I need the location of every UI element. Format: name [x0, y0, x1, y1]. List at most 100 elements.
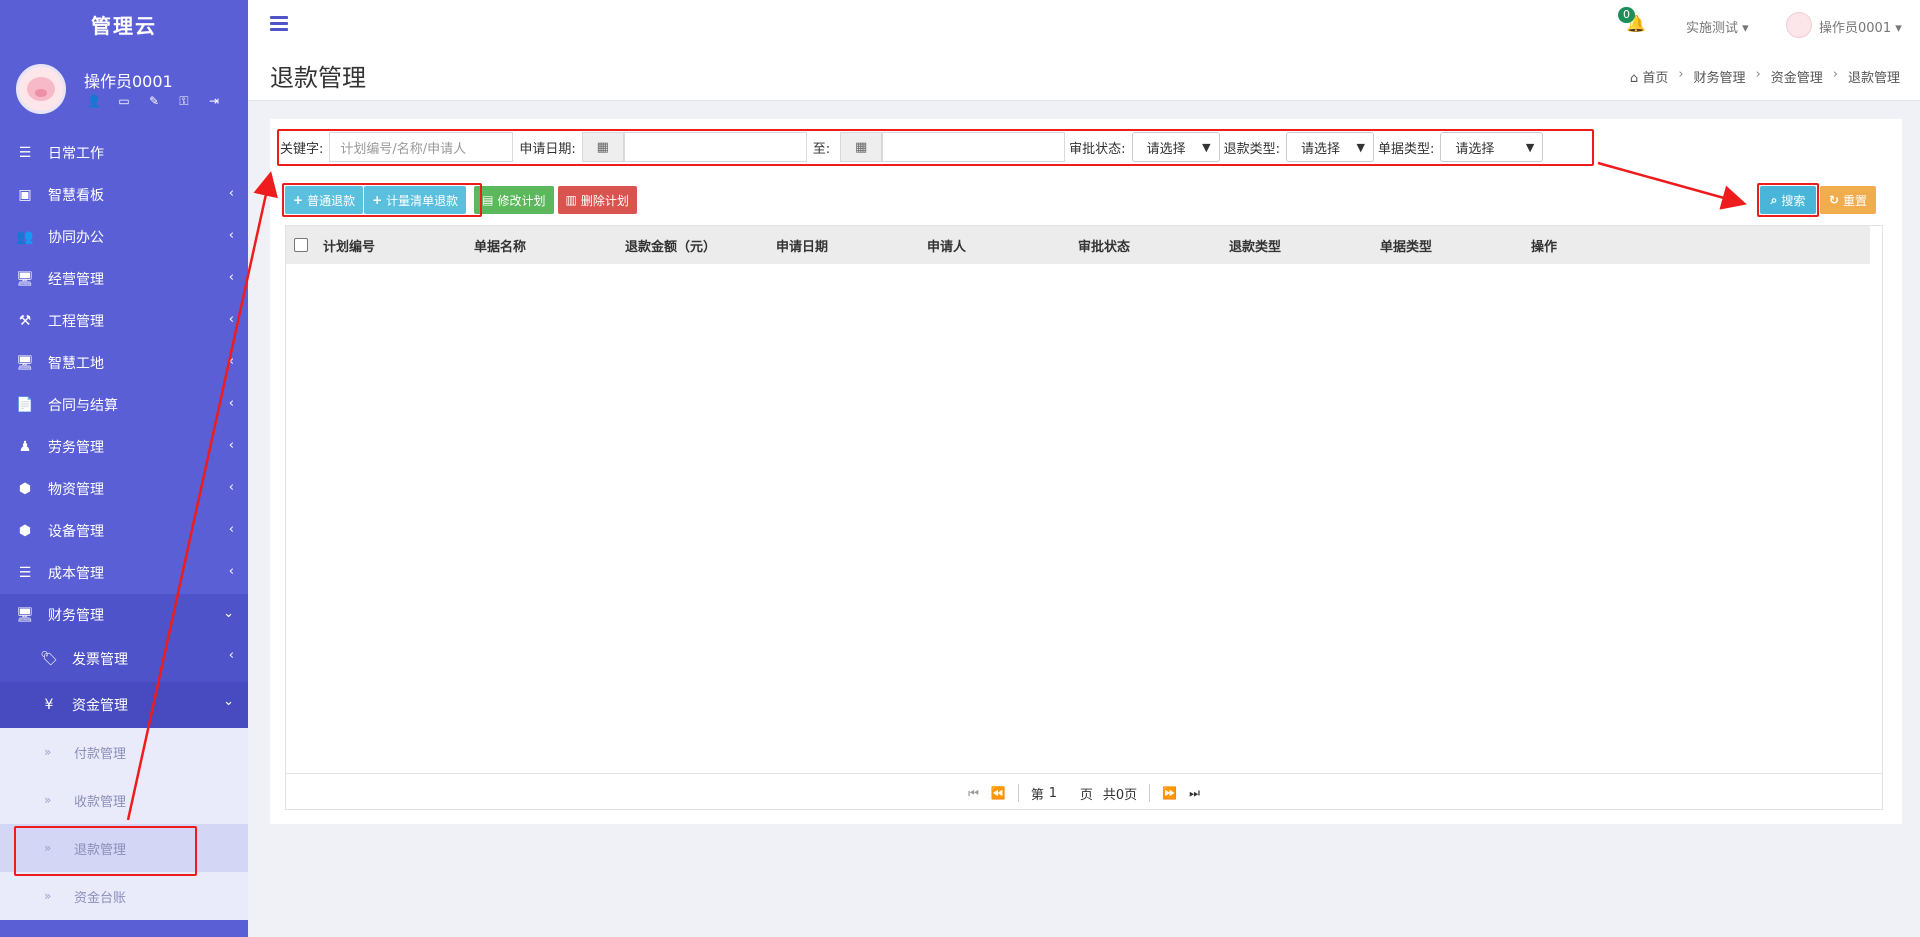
finance-submenu: 🏷 发票管理 ‹ ¥ 资金管理 ⌄ [0, 636, 248, 728]
sidebar-item-9[interactable]: ⬢ 设备管理 ‹ [0, 510, 248, 552]
last-page-icon[interactable]: ⏭ [1189, 786, 1200, 801]
tags-icon: 🏷 [40, 651, 58, 667]
page-title: 退款管理 [270, 64, 366, 92]
sidebar-item-label: 协同办公 [48, 230, 104, 246]
breadcrumb: ⌂ 首页 › 财务管理 › 资金管理 › 退款管理 [1630, 67, 1900, 86]
id-card-icon[interactable]: ▭ [116, 94, 132, 109]
caret-down-icon: ▾ [1742, 21, 1749, 36]
top-avatar[interactable] [1786, 12, 1812, 38]
finance-sub-item-1[interactable]: ¥ 资金管理 ⌄ [0, 682, 248, 728]
env-dropdown[interactable]: 实施测试 ▾ [1686, 17, 1749, 36]
col-amount[interactable]: 退款金额（元） [625, 236, 776, 255]
chevron-icon: ‹ [228, 354, 234, 369]
sidebar-item-label: 发票管理 [72, 652, 128, 668]
worker-icon: ♟ [18, 439, 32, 455]
col-apply-date[interactable]: 申请日期 [776, 236, 927, 255]
fund-sub-item-3[interactable]: » 资金台账 [0, 872, 248, 920]
sidebar-item-11[interactable]: 🖥 财务管理 ⌄ [0, 594, 248, 636]
chevron-icon: ‹ [228, 270, 234, 285]
content-card: 关键字: 计划编号/名称/申请人 申请日期: ▦ 至: ▦ 审批状态: 请选择 ▼… [270, 119, 1902, 824]
sidebar-item-label: 智慧看板 [48, 188, 104, 204]
chevron-icon: ‹ [228, 312, 234, 327]
chevron-icon: ⌄ [223, 694, 234, 709]
sidebar-item-label: 日常工作 [48, 146, 104, 162]
sidebar-item-label: 劳务管理 [48, 440, 104, 456]
sidebar-item-label: 设备管理 [48, 524, 104, 540]
sidebar-item-label: 经营管理 [48, 272, 104, 288]
sidebar-item-2[interactable]: 👥 协同办公 ‹ [0, 216, 248, 258]
col-doc-name[interactable]: 单据名称 [474, 236, 625, 255]
chevron-icon: ‹ [228, 186, 234, 201]
desktop-icon: 🖥 [16, 271, 34, 287]
gavel-icon: ⚒ [18, 313, 32, 329]
col-plan-no[interactable]: 计划编号 [323, 236, 474, 255]
sidebar-item-label: 资金管理 [72, 698, 128, 714]
page-prefix: 第 [1030, 787, 1044, 803]
sidebar: 管理云 操作员0001 👤 ▭ ✎ ⚿ ⇥ ☰ 日常工作 ▣ 智慧看板 ‹ 👥 协同办公 ‹ 🖥… [0, 0, 248, 937]
sidebar-item-10[interactable]: ☰ 成本管理 ‹ [0, 552, 248, 594]
finance-sub-item-0[interactable]: 🏷 发票管理 ‹ [0, 636, 248, 682]
next-page-icon[interactable]: ⏩ [1162, 786, 1177, 800]
chevron-icon: ‹ [228, 438, 234, 453]
annotation-box-search [277, 129, 1594, 166]
brand-logo: 管理云 [91, 14, 157, 38]
sidebar-item-4[interactable]: ⚒ 工程管理 ‹ [0, 300, 248, 342]
prev-page-icon[interactable]: ⏪ [991, 786, 1006, 800]
edit-plan-button[interactable]: ▤ 修改计划 [474, 186, 554, 214]
pagination: ⏮ ⏪ 第 1 页 共0页 ⏩ ⏭ [286, 773, 1882, 812]
page-number-input[interactable]: 1 [1048, 786, 1058, 801]
caret-down-icon: ▾ [1895, 21, 1902, 36]
sidebar-item-5[interactable]: 🖥 智慧工地 ‹ [0, 342, 248, 384]
chevron-right-icon: › [1755, 67, 1761, 82]
delete-plan-button[interactable]: ▥ 删除计划 [557, 186, 637, 214]
list-icon: ☰ [18, 145, 32, 161]
page-suffix: 页 [1079, 787, 1093, 803]
finance-desktop-icon: 🖥 [16, 607, 34, 623]
sidebar-item-3[interactable]: 🖥 经营管理 ‹ [0, 258, 248, 300]
col-refund-type[interactable]: 退款类型 [1229, 236, 1380, 255]
data-table: 计划编号 单据名称 退款金额（元） 申请日期 申请人 审批状态 退款类型 单据类… [285, 225, 1883, 810]
fund-submenu: » 付款管理» 收款管理» 退款管理» 资金台账 [0, 728, 248, 920]
trash-icon: ▥ [565, 193, 577, 207]
edit-icon[interactable]: ✎ [146, 94, 162, 109]
annotation-box-add-buttons [282, 183, 482, 217]
breadcrumb-finance[interactable]: 财务管理 [1694, 67, 1746, 86]
key-icon[interactable]: ⚿ [176, 94, 192, 109]
avatar[interactable] [16, 64, 66, 114]
double-chevron-icon: » [44, 889, 52, 903]
notification-badge: 0 [1618, 7, 1635, 23]
first-page-icon[interactable]: ⏮ [968, 786, 979, 801]
sidebar-item-6[interactable]: 📄 合同与结算 ‹ [0, 384, 248, 426]
file-edit-icon: ▤ [482, 193, 494, 207]
sidebar-item-label: 物资管理 [48, 482, 104, 498]
chevron-icon: ⌄ [223, 606, 234, 621]
col-status[interactable]: 审批状态 [1078, 236, 1229, 255]
user-name: 操作员0001 [84, 72, 173, 91]
reset-button[interactable]: ↻ 重置 [1820, 186, 1876, 214]
annotation-box-menu [14, 826, 197, 876]
sidebar-item-7[interactable]: ♟ 劳务管理 ‹ [0, 426, 248, 468]
sidebar-item-0[interactable]: ☰ 日常工作 [0, 132, 248, 174]
sidebar-next-item [0, 922, 248, 937]
breadcrumb-fund[interactable]: 资金管理 [1771, 67, 1823, 86]
sidebar-item-1[interactable]: ▣ 智慧看板 ‹ [0, 174, 248, 216]
user-dropdown[interactable]: 操作员0001 ▾ [1819, 17, 1902, 36]
col-applicant[interactable]: 申请人 [927, 236, 1078, 255]
sidebar-item-label: 智慧工地 [48, 356, 104, 372]
chevron-icon: ‹ [228, 480, 234, 495]
double-chevron-icon: » [44, 745, 52, 759]
chevron-icon: ‹ [228, 396, 234, 411]
sidebar-item-8[interactable]: ⬢ 物资管理 ‹ [0, 468, 248, 510]
logout-icon[interactable]: ⇥ [206, 94, 222, 109]
sidebar-item-label: 财务管理 [48, 608, 104, 624]
fund-sub-item-1[interactable]: » 收款管理 [0, 776, 248, 824]
annotation-box-search-button [1757, 183, 1819, 217]
user-icon[interactable]: 👤 [86, 94, 102, 109]
col-doc-type[interactable]: 单据类型 [1380, 236, 1531, 255]
breadcrumb-home[interactable]: ⌂ 首页 [1630, 67, 1668, 86]
menu-toggle-icon[interactable] [270, 16, 288, 34]
home-icon: ⌂ [1629, 71, 1639, 86]
fund-sub-item-0[interactable]: » 付款管理 [0, 728, 248, 776]
select-all-checkbox[interactable] [294, 238, 308, 252]
sidebar-item-label: 收款管理 [74, 794, 127, 810]
